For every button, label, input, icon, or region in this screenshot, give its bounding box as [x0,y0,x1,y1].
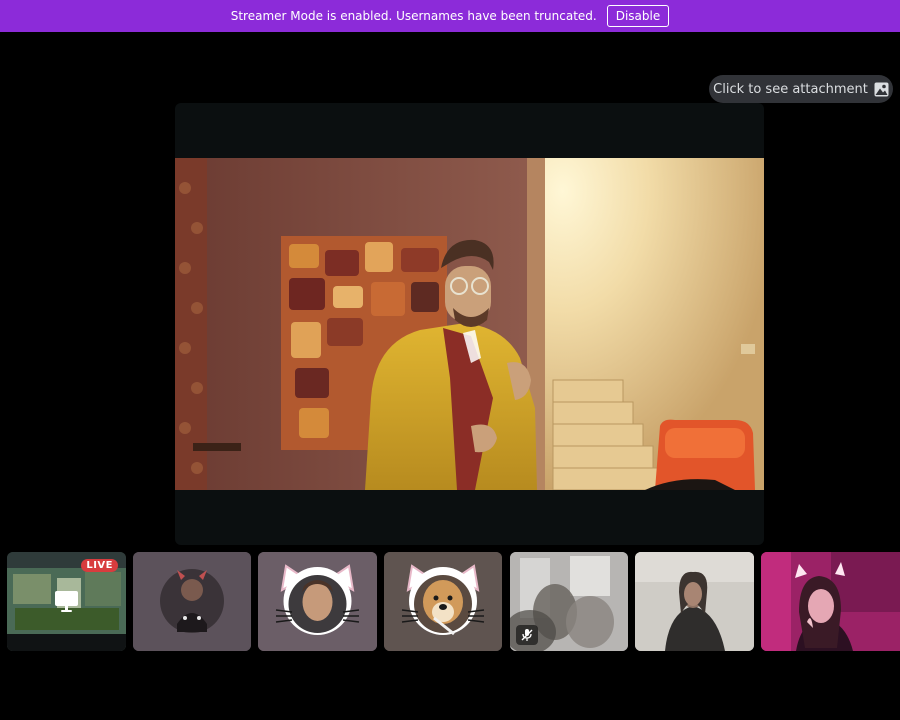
participant-tile-4[interactable] [384,552,502,651]
monitor-icon [54,589,79,618]
attachment-label: Click to see attachment [713,81,868,97]
participant-avatar-4 [384,552,502,651]
image-icon [874,82,889,97]
participant-avatar-3 [258,552,377,651]
live-badge: LIVE [81,559,118,572]
participant-camera-6 [635,552,754,651]
participant-tile-screen-share[interactable]: LIVE [7,552,126,651]
mic-off-icon [516,625,538,645]
main-video-feed [175,158,764,490]
participant-camera-7 [761,552,900,651]
streamer-mode-banner: Streamer Mode is enabled. Usernames have… [0,0,900,32]
banner-message: Streamer Mode is enabled. Usernames have… [230,9,597,23]
disable-button[interactable]: Disable [606,5,670,27]
participant-tile-6[interactable] [635,552,754,651]
participant-tile-3[interactable] [258,552,377,651]
participant-tiles: LIVE [0,552,900,652]
main-video-stage[interactable] [175,103,764,545]
participant-tile-5[interactable] [510,552,628,651]
see-attachment-button[interactable]: Click to see attachment [709,75,893,103]
participant-tile-7[interactable] [761,552,900,651]
participant-avatar-2 [133,552,251,651]
participant-tile-2[interactable] [133,552,251,651]
